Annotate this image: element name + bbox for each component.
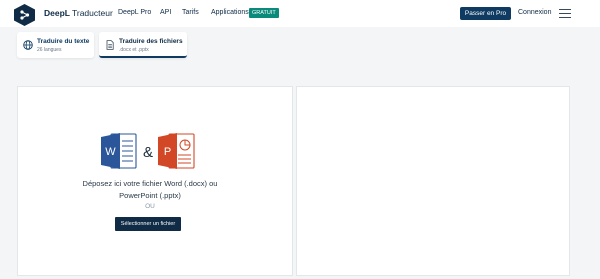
nav-applications[interactable]: Applications [211,9,249,16]
translation-output-panel [296,86,570,276]
svg-text:W: W [105,146,116,158]
tab-translate-files[interactable]: Traduire des fichiers .docx et .pptx [99,32,187,58]
or-separator: OU [145,203,155,210]
upgrade-pro-button[interactable]: Passer en Pro [460,7,511,20]
globe-icon [23,40,33,50]
tab-title: Traduire du texte [37,38,90,45]
tab-translate-text[interactable]: Traduire du texte 26 langues [17,32,94,58]
top-header: DeepL Traducteur DeepL Pro API Tarifs App… [0,0,600,27]
document-icon [106,40,114,50]
file-type-icons: W & P [101,133,195,169]
tab-subtitle: .docx et .pptx [119,47,149,53]
powerpoint-icon: P [158,133,195,169]
ampersand: & [143,144,153,161]
svg-text:P: P [164,146,171,158]
drop-instructions: Déposez ici votre fichier Word (.docx) o… [82,179,218,200]
select-file-button[interactable]: Sélectionner un fichier [115,217,181,231]
deepl-logo[interactable] [14,4,35,26]
tab-title: Traduire des fichiers [119,38,183,45]
brand-name[interactable]: DeepL Traducteur [44,8,113,18]
free-badge: GRATUIT [249,8,279,18]
nav-tarifs[interactable]: Tarifs [182,9,199,16]
login-link[interactable]: Connexion [518,9,551,16]
tab-subtitle: 26 langues [37,47,62,53]
hamburger-menu-icon[interactable] [559,9,571,18]
nav-deepl-pro[interactable]: DeepL Pro [118,9,151,16]
word-icon: W [101,133,137,169]
nav-api[interactable]: API [160,9,171,16]
